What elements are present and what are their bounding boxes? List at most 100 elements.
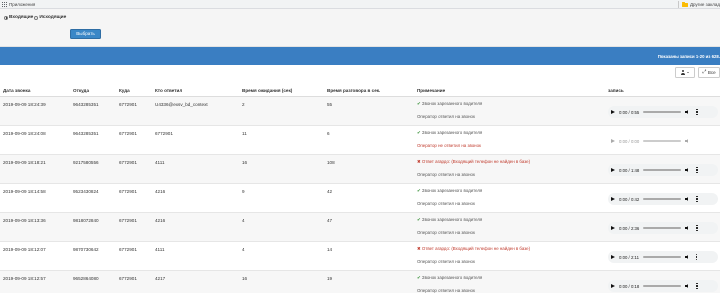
column-header[interactable]: Куда (119, 88, 130, 93)
talk-time-cell: 108 (327, 160, 335, 165)
wait-time-cell: 16 (242, 276, 248, 281)
expand-icon: ⤢ (702, 69, 707, 75)
more-options-icon[interactable] (696, 282, 698, 290)
answered-by-cell: 4216 (155, 189, 166, 194)
audio-progress-track[interactable] (643, 140, 682, 142)
audio-time: 0:00 / 0:55 (619, 109, 640, 115)
more-options-icon[interactable] (696, 253, 698, 261)
note-operator: Оператор ответил на звонок (417, 201, 475, 206)
volume-icon[interactable] (685, 196, 691, 202)
incoming-radio-option[interactable]: Входящие (4, 15, 33, 20)
column-header[interactable]: запись (608, 88, 624, 93)
from-cell: 9643285351 (73, 131, 99, 136)
audio-player[interactable]: 0:00 / 0:18 (608, 280, 718, 292)
outgoing-radio-option[interactable]: Исходящие (34, 15, 66, 20)
audio-time: 0:00 / 2:36 (619, 225, 640, 231)
column-header[interactable]: Время разговора в сек. (327, 88, 380, 93)
table-row: 2019-09-09 18:24:39 9643285351 6772901 U433… (0, 97, 720, 126)
answered-by-cell: 4111 (155, 160, 165, 165)
audio-player[interactable]: 0:00 / 2:36 (608, 222, 718, 234)
play-icon[interactable] (611, 168, 615, 172)
bookmarks-bar: Приложения Другие заклад (0, 0, 720, 9)
column-header[interactable]: Дата звонка (3, 88, 30, 93)
audio-progress-track[interactable] (643, 169, 682, 171)
caret-down-icon (687, 72, 690, 73)
note-cell: ✖ Ответ агардо: (Входящий телефон не най… (417, 246, 530, 264)
more-options-icon[interactable] (696, 224, 698, 232)
audio-progress-track[interactable] (643, 285, 682, 287)
to-cell: 6772901 (119, 247, 137, 252)
audio-player[interactable]: 0:00 / 0:42 (608, 193, 718, 205)
show-all-button[interactable]: ⤢ Все (698, 67, 720, 78)
more-options-icon[interactable] (696, 166, 698, 174)
talk-time-cell: 6 (327, 131, 330, 136)
select-button[interactable]: Выбрать (70, 29, 101, 39)
audio-player[interactable]: 0:00 / 0:00 (608, 135, 718, 147)
call-date-cell: 2019-09-09 18:24:39 (3, 102, 46, 107)
note-operator: Оператор не ответил на звонок (417, 143, 481, 148)
note-status: Ответ агардо: (Входящий телефон не найде… (421, 159, 531, 164)
audio-player[interactable]: 0:00 / 0:55 (608, 106, 718, 118)
apps-label: Приложения (9, 2, 36, 7)
column-header[interactable]: Кто ответил (155, 88, 182, 93)
apps-bookmark[interactable]: Приложения (2, 1, 35, 8)
wait-time-cell: 4 (242, 247, 245, 252)
audio-progress-track[interactable] (643, 198, 682, 200)
folder-icon (682, 1, 688, 7)
play-icon[interactable] (611, 255, 615, 259)
wait-time-cell: 9 (242, 189, 245, 194)
audio-player[interactable]: 0:00 / 2:11 (608, 251, 718, 263)
check-icon: ✔ (417, 217, 421, 222)
other-bookmarks[interactable]: Другие заклад (678, 1, 720, 8)
audio-progress-track[interactable] (643, 256, 681, 258)
wait-time-cell: 4 (242, 218, 245, 223)
note-operator: Оператор ответил на звонок (417, 114, 475, 119)
to-cell: 6772901 (119, 102, 137, 107)
volume-icon[interactable] (685, 225, 691, 231)
note-status: Звонок зарезанного водителя (421, 217, 483, 222)
volume-icon[interactable] (685, 109, 691, 115)
volume-icon[interactable] (685, 254, 691, 260)
to-cell: 6772901 (119, 218, 137, 223)
play-icon[interactable] (611, 226, 615, 230)
more-options-icon[interactable] (696, 195, 698, 203)
wait-time-cell: 16 (242, 160, 248, 165)
column-header[interactable]: Время ожидания (сек) (242, 88, 292, 93)
call-date-cell: 2019-09-09 18:18:21 (3, 160, 46, 165)
columns-toggle-button[interactable] (675, 67, 695, 78)
direction-radio-group: Входящие Исходящие (4, 15, 66, 20)
note-cell: ✔ Звонок зарезанного водителя Оператор от… (417, 275, 482, 293)
play-icon[interactable] (611, 284, 615, 288)
user-icon (681, 70, 686, 75)
column-header[interactable]: Примечание (417, 88, 445, 93)
volume-icon[interactable] (685, 283, 691, 289)
audio-time: 0:00 / 0:18 (619, 283, 640, 289)
table-toolbar: ⤢ Все (675, 67, 720, 78)
more-options-icon[interactable] (696, 108, 698, 116)
column-header[interactable]: Откуда (73, 88, 89, 93)
from-cell: 9217580556 (73, 160, 99, 165)
note-cell: ✖ Ответ агардо: (Входящий телефон не най… (417, 159, 530, 177)
play-icon[interactable] (611, 110, 615, 114)
talk-time-cell: 14 (327, 247, 333, 252)
volume-icon[interactable] (685, 167, 691, 173)
play-icon[interactable] (611, 139, 615, 143)
audio-progress-track[interactable] (643, 227, 682, 229)
note-operator: Оператор ответил на звонок (417, 230, 475, 235)
table-header: Дата звонка Откуда Куда Кто ответил Врем… (0, 85, 720, 97)
wait-time-cell: 2 (242, 102, 245, 107)
audio-progress-track[interactable] (643, 111, 682, 113)
cross-icon: ✖ (417, 159, 421, 164)
call-date-cell: 2019-09-09 18:12:07 (3, 247, 46, 252)
note-operator: Оператор ответил на звонок (417, 172, 475, 177)
filter-panel: Входящие Исходящие Выбрать (0, 9, 720, 47)
note-cell: ✔ Звонок зарезанного водителя Оператор от… (417, 101, 482, 119)
volume-icon[interactable] (685, 138, 691, 144)
check-icon: ✔ (417, 188, 421, 193)
audio-player[interactable]: 0:00 / 1:48 (608, 164, 718, 176)
note-status: Звонок зарезанного водителя (421, 275, 483, 280)
play-icon[interactable] (611, 197, 615, 201)
outgoing-radio[interactable] (34, 15, 39, 20)
to-cell: 6772901 (119, 131, 137, 136)
incoming-radio[interactable] (4, 15, 8, 20)
